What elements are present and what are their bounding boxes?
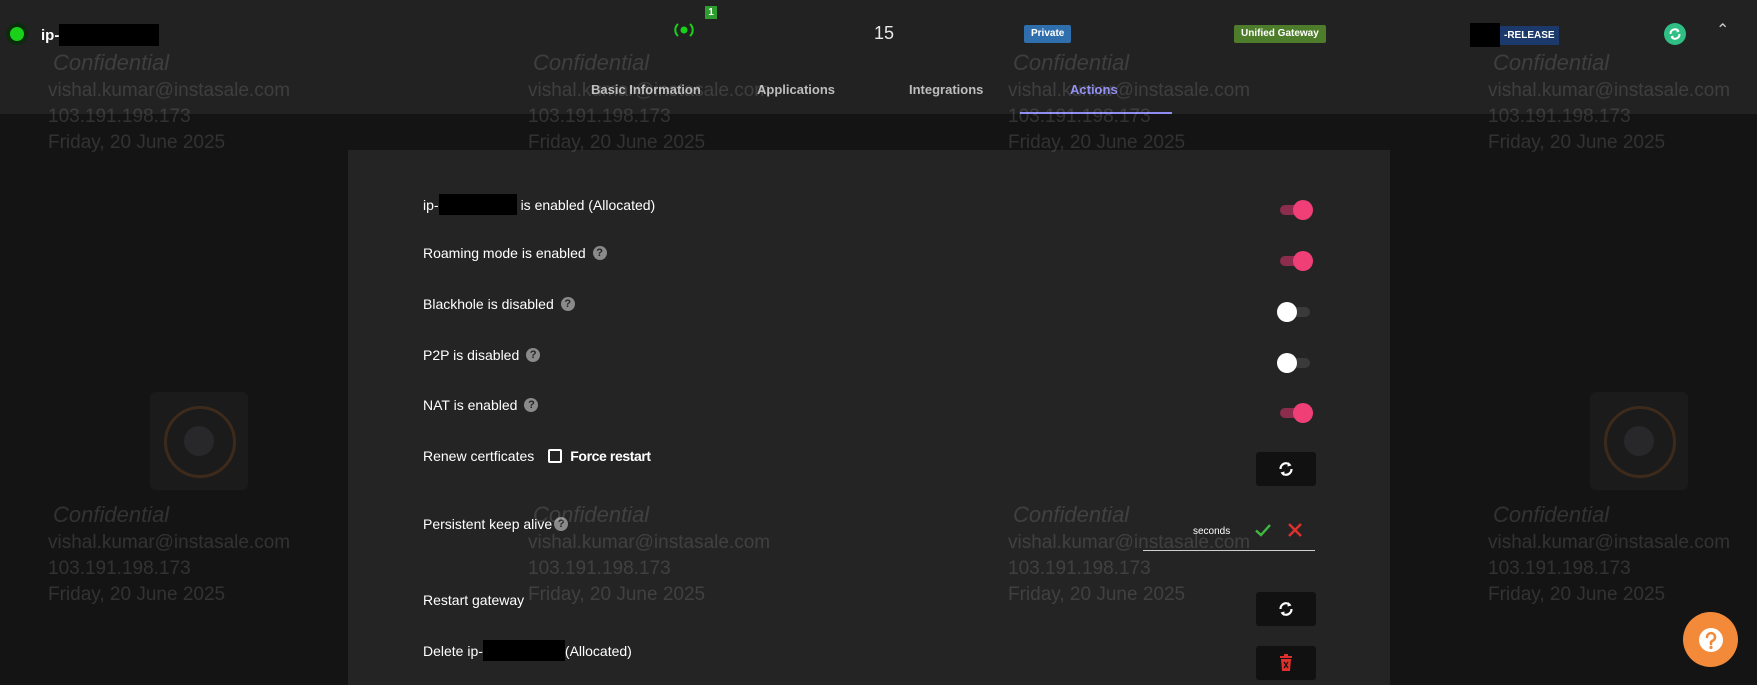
p2p-label: P2P is disabled ?	[423, 347, 541, 363]
watermark-date: Friday, 20 June 2025	[1488, 584, 1666, 605]
private-badge: Private	[1024, 25, 1072, 43]
watermark-label: Confidential	[53, 502, 170, 527]
tab-integrations[interactable]: Integrations	[909, 82, 983, 97]
cancel-x-icon[interactable]	[1285, 520, 1305, 540]
delete-button[interactable]	[1256, 646, 1316, 680]
refresh-icon	[1279, 462, 1293, 476]
watermark-ip: 103.191.198.173	[48, 558, 191, 579]
renew-text: Renew certficates	[423, 448, 535, 464]
watermark-logo-icon	[150, 392, 248, 490]
delete-suffix: (Allocated)	[564, 642, 632, 659]
watermark-label: Confidential	[1493, 502, 1610, 527]
renew-certificates-row: Renew certficates Force restart	[423, 448, 651, 464]
collapse-chevron-up-icon[interactable]: ⌃	[1716, 20, 1729, 40]
release-label: -RELEASE	[1500, 25, 1559, 45]
redacted-block	[482, 640, 565, 661]
allocation-prefix: ip-	[423, 196, 439, 213]
device-count: 15	[874, 23, 895, 43]
blackhole-help-icon[interactable]: ?	[560, 297, 575, 311]
watermark-date: Friday, 20 June 2025	[1488, 132, 1666, 153]
keep-alive-unit: seconds	[1193, 526, 1231, 537]
hostname-prefix: ip-	[41, 26, 60, 44]
tab-applications[interactable]: Applications	[757, 82, 835, 97]
redacted-block	[438, 194, 517, 215]
restart-gateway-label: Restart gateway	[423, 592, 524, 608]
delete-prefix: Delete ip-	[423, 642, 483, 659]
allocation-toggle[interactable]	[1277, 200, 1313, 220]
nat-toggle[interactable]	[1277, 403, 1313, 423]
restart-gateway-text: Restart gateway	[423, 592, 525, 608]
roaming-toggle[interactable]	[1277, 251, 1313, 271]
gateway-header[interactable]: ip- 1 15 Private Unified Gateway -RELEAS…	[0, 0, 1757, 114]
nat-text: NAT is enabled	[423, 397, 518, 413]
sync-icon	[1669, 28, 1681, 40]
delete-label: Delete ip- (Allocated)	[423, 640, 632, 661]
watermark-date: Friday, 20 June 2025	[48, 584, 226, 605]
nat-label: NAT is enabled ?	[423, 397, 539, 413]
keep-alive-help-icon[interactable]: ?	[554, 517, 569, 531]
help-button[interactable]	[1683, 612, 1738, 667]
connection-signal-icon	[674, 23, 694, 37]
p2p-help-icon[interactable]: ?	[526, 348, 541, 362]
watermark-logo-icon	[1590, 392, 1688, 490]
online-status-icon	[6, 23, 28, 45]
p2p-toggle[interactable]	[1277, 353, 1313, 373]
allocation-label: ip- is enabled (Allocated)	[423, 194, 655, 215]
watermark-text: Confidential vishal.kumar@instasale.com …	[1488, 502, 1730, 606]
restart-gateway-button[interactable]	[1256, 592, 1316, 626]
confirm-check-icon[interactable]	[1253, 520, 1273, 540]
sync-status-icon[interactable]	[1664, 23, 1686, 45]
watermark-email: vishal.kumar@instasale.com	[48, 532, 291, 553]
force-restart-checkbox[interactable]	[548, 449, 563, 463]
actions-panel: ip- is enabled (Allocated) Roaming mode …	[348, 150, 1390, 685]
allocation-suffix: is enabled (Allocated)	[520, 196, 656, 213]
trash-icon	[1280, 654, 1292, 671]
tab-bar: Basic Information Applications Integrati…	[0, 73, 1757, 114]
release-badge: -RELEASE	[1470, 23, 1559, 47]
force-restart-label[interactable]: Force restart	[570, 448, 651, 464]
tab-actions[interactable]: Actions	[1070, 82, 1118, 97]
tab-basic-information[interactable]: Basic Information	[591, 82, 701, 97]
blackhole-text: Blackhole is disabled	[423, 296, 554, 312]
refresh-icon	[1279, 602, 1293, 616]
nat-help-icon[interactable]: ?	[524, 398, 539, 412]
p2p-text: P2P is disabled	[423, 347, 520, 363]
watermark-text: Confidential vishal.kumar@instasale.com …	[48, 502, 290, 606]
keep-alive-input[interactable]: seconds	[1143, 520, 1315, 551]
watermark-email: vishal.kumar@instasale.com	[1488, 532, 1731, 553]
blackhole-toggle[interactable]	[1277, 302, 1313, 322]
gateway-type-badge: Unified Gateway	[1234, 25, 1326, 43]
renew-certificates-button[interactable]	[1256, 452, 1316, 486]
question-mark-icon	[1698, 627, 1723, 652]
blackhole-label: Blackhole is disabled ?	[423, 296, 575, 312]
roaming-label: Roaming mode is enabled ?	[423, 245, 607, 261]
keep-alive-label: Persistent keep alive ?	[423, 516, 569, 532]
active-tab-indicator	[1020, 112, 1172, 114]
roaming-text: Roaming mode is enabled	[423, 245, 586, 261]
watermark-date: Friday, 20 June 2025	[48, 132, 226, 153]
gateway-hostname: ip-	[41, 24, 160, 46]
roaming-help-icon[interactable]: ?	[592, 246, 607, 260]
redacted-block	[1470, 23, 1500, 47]
redacted-block	[59, 24, 160, 46]
keep-alive-text: Persistent keep alive	[423, 516, 553, 532]
watermark-ip: 103.191.198.173	[1488, 558, 1631, 579]
connections-count-badge: 1	[705, 6, 717, 19]
